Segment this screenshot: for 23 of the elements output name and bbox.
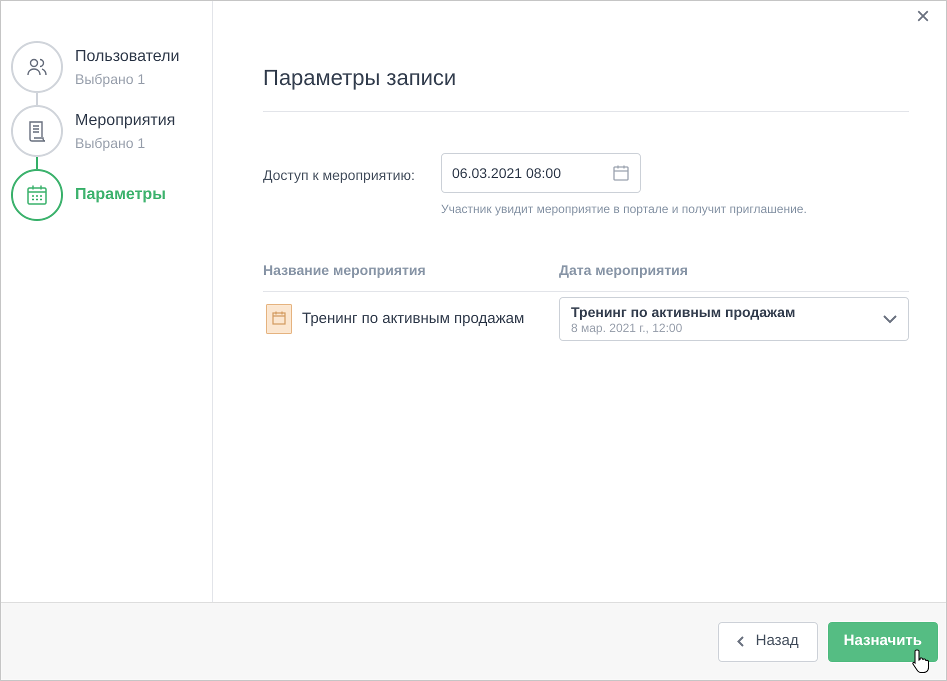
- date-dropdown[interactable]: Тренинг по активным продажам 8 мар. 2021 г., 12:00: [559, 297, 909, 341]
- dialog-title: Параметры записи: [263, 61, 909, 112]
- dropdown-subtext: 8 мар. 2021 г., 12:00: [571, 320, 684, 336]
- step-title[interactable]: Мероприятия: [75, 108, 176, 132]
- chevron-left-icon: [736, 636, 744, 647]
- table-cell-text: Тренинг по активным продажам: [302, 308, 524, 329]
- chevron-down-icon: [883, 314, 897, 324]
- calendar-icon: [26, 184, 48, 206]
- close-button[interactable]: ×: [916, 5, 930, 29]
- step-subtitle: Выбрано 1: [75, 70, 146, 89]
- calendar-icon: [612, 164, 630, 182]
- field-label: Доступ к мероприятию:: [263, 166, 416, 185]
- column-header: Дата мероприятия: [559, 261, 688, 280]
- back-button[interactable]: Назад: [718, 622, 818, 662]
- step-title[interactable]: Пользователи: [75, 44, 180, 68]
- hand-cursor-icon: [912, 648, 930, 676]
- hint-text: Участник увидит мероприятие в портале и получит приглашение.: [441, 201, 807, 218]
- dropdown-value: Тренинг по активным продажам: [571, 302, 796, 320]
- column-header: Название мероприятия: [263, 261, 427, 280]
- date-field[interactable]: 06.03.2021 08:00: [441, 153, 641, 193]
- step-subtitle: Выбрано 1: [75, 134, 146, 153]
- event-icon: [266, 304, 292, 334]
- users-icon: [26, 56, 48, 78]
